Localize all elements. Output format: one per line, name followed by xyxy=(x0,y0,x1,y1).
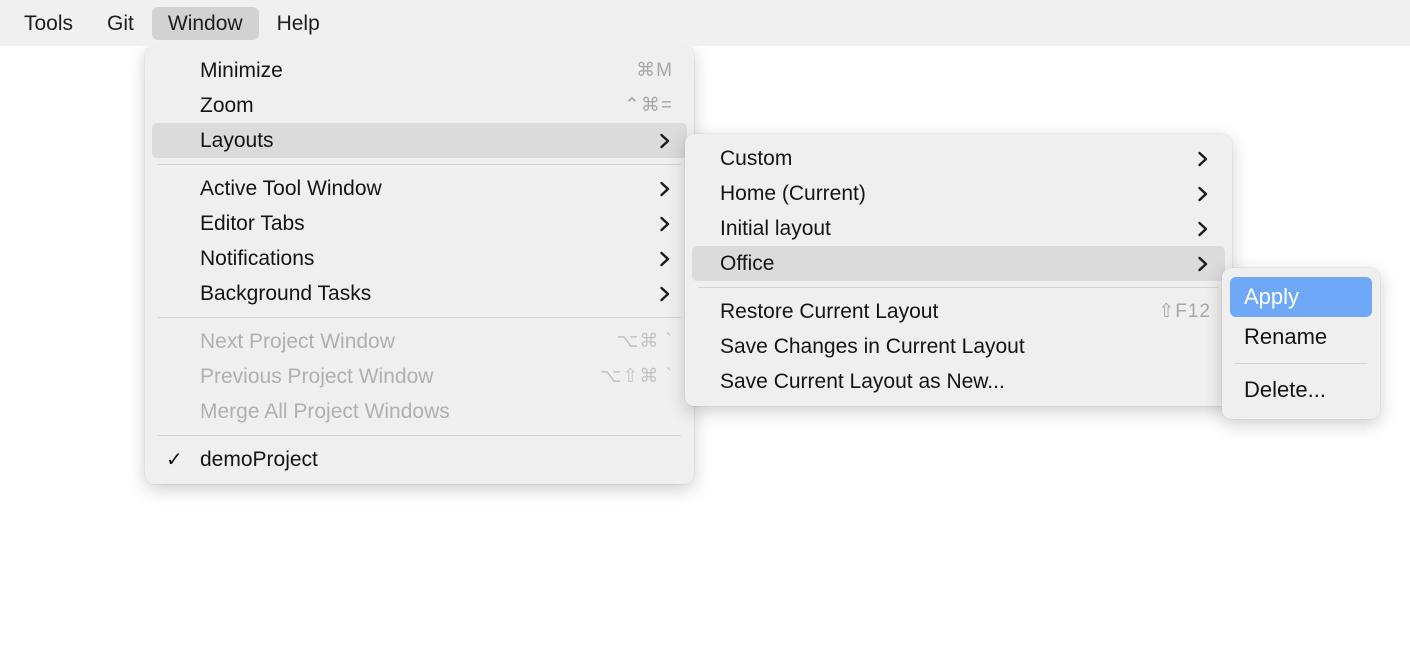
chevron-right-icon xyxy=(634,249,673,269)
chevron-right-icon xyxy=(1172,184,1211,204)
menu-item-label: Home (Current) xyxy=(720,182,866,205)
window-menu-item-merge-all-project-windows: Merge All Project Windows xyxy=(152,394,687,429)
layouts-menu-item-home-current[interactable]: Home (Current) xyxy=(692,176,1225,211)
menu-item-label: demoProject xyxy=(200,448,318,471)
menu-item-label: Custom xyxy=(720,147,793,170)
window-menu-panel: Minimize ⌘M Zoom ⌃⌘= Layouts Active Tool Wind… xyxy=(145,46,694,484)
menu-item-label: Layouts xyxy=(200,129,274,152)
menubar-item-help[interactable]: Help xyxy=(261,7,336,40)
menu-separator xyxy=(158,317,681,318)
layouts-submenu-panel: Custom Home (Current) Initial layout Office… xyxy=(685,134,1232,406)
menu-item-shortcut: ⌃⌘= xyxy=(623,95,673,116)
window-menu-item-demoproject[interactable]: ✓ demoProject xyxy=(152,442,687,477)
menu-item-label: Next Project Window xyxy=(200,330,395,353)
chevron-right-icon xyxy=(1172,219,1211,239)
menu-item-shortcut: ⇧F12 xyxy=(1158,301,1211,322)
menu-bar: Tools Git Window Help xyxy=(0,0,1410,46)
menu-item-label: Office xyxy=(720,252,775,275)
menu-item-label: Delete... xyxy=(1244,377,1326,402)
layouts-menu-item-office[interactable]: Office xyxy=(692,246,1225,281)
menu-item-label: Rename xyxy=(1244,324,1328,349)
chevron-right-icon xyxy=(1172,149,1211,169)
window-menu-item-next-project-window: Next Project Window ⌥⌘ ` xyxy=(152,324,687,359)
menu-separator xyxy=(1235,363,1367,364)
menu-item-label: Editor Tabs xyxy=(200,212,305,235)
menu-item-shortcut: ⌘M xyxy=(636,60,673,81)
layouts-menu-item-initial-layout[interactable]: Initial layout xyxy=(692,211,1225,246)
menu-item-label: Initial layout xyxy=(720,217,831,240)
menu-item-label: Save Changes in Current Layout xyxy=(720,335,1025,358)
menu-separator xyxy=(698,287,1219,288)
menu-item-label: Active Tool Window xyxy=(200,177,382,200)
chevron-right-icon xyxy=(634,214,673,234)
menu-item-label: Zoom xyxy=(200,94,254,117)
chevron-right-icon xyxy=(1172,254,1211,274)
menubar-item-git[interactable]: Git xyxy=(91,7,150,40)
office-menu-item-apply[interactable]: Apply xyxy=(1230,277,1372,317)
chevron-right-icon xyxy=(634,179,673,199)
window-menu-item-active-tool-window[interactable]: Active Tool Window xyxy=(152,171,687,206)
office-menu-item-rename[interactable]: Rename xyxy=(1230,317,1372,357)
menu-item-shortcut: ⌥⌘ ` xyxy=(616,331,673,352)
menu-separator xyxy=(158,164,681,165)
menu-item-label: Apply xyxy=(1244,284,1300,309)
menu-item-shortcut: ⌥⇧⌘ ` xyxy=(599,366,673,387)
menubar-item-window[interactable]: Window xyxy=(151,6,259,40)
checkmark-icon: ✓ xyxy=(166,448,183,471)
window-menu-item-minimize[interactable]: Minimize ⌘M xyxy=(152,53,687,88)
menu-separator xyxy=(158,435,681,436)
menu-item-label: Merge All Project Windows xyxy=(200,400,450,423)
window-menu-item-zoom[interactable]: Zoom ⌃⌘= xyxy=(152,88,687,123)
menu-item-label: Restore Current Layout xyxy=(720,300,939,323)
office-submenu-panel: Apply Rename Delete... xyxy=(1222,268,1380,419)
menu-item-label: Minimize xyxy=(200,59,283,82)
layouts-menu-item-restore-current-layout[interactable]: Restore Current Layout ⇧F12 xyxy=(692,294,1225,329)
window-menu-item-previous-project-window: Previous Project Window ⌥⇧⌘ ` xyxy=(152,359,687,394)
window-menu-item-notifications[interactable]: Notifications xyxy=(152,241,687,276)
chevron-right-icon xyxy=(634,131,673,151)
layouts-menu-item-custom[interactable]: Custom xyxy=(692,141,1225,176)
window-menu-item-background-tasks[interactable]: Background Tasks xyxy=(152,276,687,311)
layouts-menu-item-save-changes-in-current-layout[interactable]: Save Changes in Current Layout xyxy=(692,329,1225,364)
office-menu-item-delete[interactable]: Delete... xyxy=(1230,370,1372,410)
menu-item-label: Save Current Layout as New... xyxy=(720,370,1005,393)
chevron-right-icon xyxy=(634,284,673,304)
menubar-item-tools[interactable]: Tools xyxy=(8,7,89,40)
menu-item-label: Background Tasks xyxy=(200,282,372,305)
window-menu-item-editor-tabs[interactable]: Editor Tabs xyxy=(152,206,687,241)
window-menu-item-layouts[interactable]: Layouts xyxy=(152,123,687,158)
menu-item-label: Previous Project Window xyxy=(200,365,434,388)
layouts-menu-item-save-current-layout-as-new[interactable]: Save Current Layout as New... xyxy=(692,364,1225,399)
menu-item-label: Notifications xyxy=(200,247,315,270)
